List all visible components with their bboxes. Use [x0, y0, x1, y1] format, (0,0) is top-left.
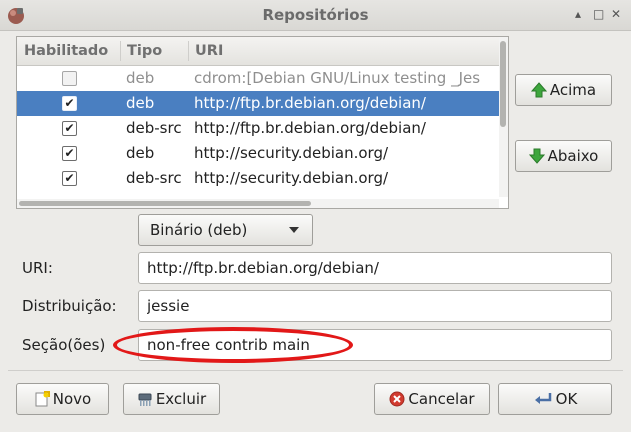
chevron-down-icon	[289, 227, 299, 233]
distribution-label: Distribuição:	[22, 297, 117, 315]
new-label: Novo	[52, 390, 92, 408]
type-cell: deb	[126, 94, 155, 112]
uri-cell: http://security.debian.org/	[194, 169, 389, 187]
enabled-checkbox[interactable]: ✔	[62, 146, 77, 161]
title-bar: Repositórios ▴ □ ✕	[0, 0, 631, 31]
delete-label: Excluir	[155, 390, 207, 408]
enabled-checkbox[interactable]	[62, 71, 77, 86]
move-up-button[interactable]: Acima	[515, 74, 612, 106]
table-row[interactable]: ✔ deb-src http://security.debian.org/	[17, 166, 499, 191]
enabled-checkbox[interactable]: ✔	[62, 171, 77, 186]
new-document-icon	[35, 391, 50, 407]
vertical-scrollbar[interactable]	[499, 37, 508, 197]
type-select-value: Binário (deb)	[150, 221, 248, 239]
table-row[interactable]: ✔ deb http://ftp.br.debian.org/debian/	[17, 91, 499, 116]
enabled-checkbox[interactable]: ✔	[62, 96, 77, 111]
divider	[8, 370, 623, 371]
delete-button[interactable]: Excluir	[123, 383, 220, 415]
enter-arrow-icon	[534, 393, 551, 404]
column-separator	[120, 41, 121, 61]
horizontal-scrollbar[interactable]	[17, 199, 499, 208]
distribution-input[interactable]	[138, 290, 612, 322]
type-cell: deb-src	[126, 119, 182, 137]
arrow-down-icon	[528, 148, 545, 164]
table-row[interactable]: ✔ deb-src http://ftp.br.debian.org/debia…	[17, 116, 499, 141]
enabled-checkbox[interactable]: ✔	[62, 121, 77, 136]
ok-label: OK	[555, 390, 578, 408]
table-row[interactable]: ✔ deb http://security.debian.org/	[17, 141, 499, 166]
uri-cell: cdrom:[Debian GNU/Linux testing _Jes	[194, 69, 481, 87]
column-header-uri[interactable]: URI	[195, 43, 223, 59]
type-cell: deb-src	[126, 169, 182, 187]
section-label: Seção(ões)	[22, 336, 106, 354]
type-select[interactable]: Binário (deb)	[138, 214, 313, 246]
uri-input[interactable]	[138, 252, 612, 284]
cancel-icon	[389, 391, 405, 407]
horizontal-scroll-thumb[interactable]	[19, 201, 311, 206]
arrow-up-icon	[530, 82, 547, 98]
repository-list[interactable]: Habilitado Tipo URI deb cdrom:[Debian GN…	[16, 36, 509, 209]
uri-label: URI:	[22, 259, 53, 277]
section-input[interactable]	[138, 329, 612, 361]
cancel-label: Cancelar	[408, 390, 475, 408]
type-cell: deb	[126, 69, 155, 87]
shredder-icon	[138, 393, 152, 406]
uri-cell: http://ftp.br.debian.org/debian/	[194, 119, 426, 137]
new-button[interactable]: Novo	[16, 383, 109, 415]
ok-button[interactable]: OK	[498, 383, 612, 415]
column-header-type[interactable]: Tipo	[127, 43, 162, 59]
vertical-scroll-thumb[interactable]	[500, 41, 506, 127]
list-header: Habilitado Tipo URI	[17, 37, 508, 66]
move-down-button[interactable]: Abaixo	[515, 140, 612, 172]
column-header-enabled[interactable]: Habilitado	[24, 43, 108, 59]
minimize-button[interactable]: ▴	[575, 7, 581, 21]
move-up-label: Acima	[549, 81, 597, 99]
uri-cell: http://ftp.br.debian.org/debian/	[194, 94, 426, 112]
move-down-label: Abaixo	[547, 147, 599, 165]
uri-cell: http://security.debian.org/	[194, 144, 389, 162]
cancel-button[interactable]: Cancelar	[374, 383, 490, 415]
type-cell: deb	[126, 144, 155, 162]
close-button[interactable]: ✕	[611, 7, 621, 21]
table-row[interactable]: deb cdrom:[Debian GNU/Linux testing _Jes	[17, 66, 499, 91]
column-separator	[188, 41, 189, 61]
window-title: Repositórios	[262, 6, 369, 24]
maximize-button[interactable]: □	[593, 7, 604, 21]
